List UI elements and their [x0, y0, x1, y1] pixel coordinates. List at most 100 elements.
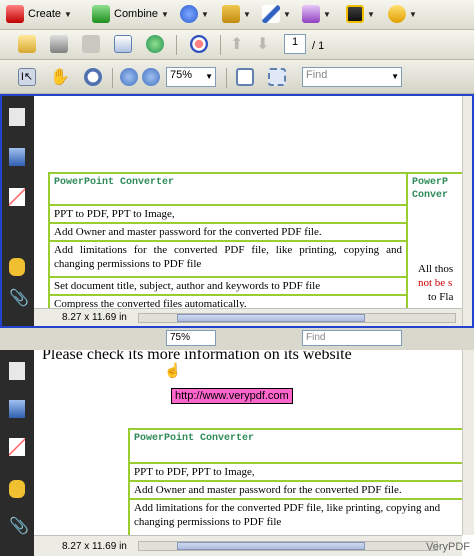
chevron-down-icon: ▼	[283, 9, 291, 19]
marquee-zoom-button[interactable]	[84, 66, 102, 88]
signatures-icon[interactable]	[9, 188, 25, 206]
sign-button[interactable]: ▼	[262, 3, 291, 25]
globe-icon	[146, 35, 164, 53]
vertical-scrollbar[interactable]	[462, 350, 474, 535]
email-button[interactable]	[114, 33, 132, 55]
pages-icon[interactable]	[9, 362, 25, 380]
comments-icon[interactable]	[9, 258, 25, 276]
minus-icon	[120, 68, 138, 86]
horizontal-scrollbar[interactable]	[138, 541, 438, 551]
task-toolbar: Create ▼ Combine ▼ ▼ ▼ ▼ ▼ ▼ ▼	[0, 0, 474, 30]
open-button[interactable]	[18, 33, 36, 55]
zoom-value: 75%	[170, 69, 193, 81]
attach-button[interactable]	[190, 33, 208, 55]
chevron-down-icon: ▼	[367, 9, 375, 19]
find-input[interactable]: Find ▼	[302, 67, 402, 87]
right-column-text: All thos not be s to Fla	[418, 262, 453, 304]
navigation-sidebar: 📎	[0, 350, 34, 556]
hand-icon: ✋	[50, 69, 70, 86]
right-line: not be s	[418, 277, 453, 289]
chevron-down-icon: ▼	[409, 9, 417, 19]
upload-button[interactable]	[146, 33, 164, 55]
folder-icon	[18, 35, 36, 53]
combine-button[interactable]: Combine ▼	[92, 3, 169, 25]
zoom-input[interactable]: 75%	[166, 330, 216, 346]
status-bar: 8.27 x 11.69 in	[34, 308, 462, 326]
link-tooltip[interactable]: http://www.verypdf.com	[171, 388, 293, 404]
table-row: Add Owner and master password for the co…	[50, 222, 406, 240]
bookmarks-icon[interactable]	[9, 400, 25, 418]
arrow-down-icon: ⬇	[256, 36, 270, 53]
vertical-scrollbar[interactable]	[462, 94, 474, 328]
acrobat-window: Create ▼ Combine ▼ ▼ ▼ ▼ ▼ ▼ ▼ ⬆ ⬇ 1 / 1…	[0, 0, 474, 556]
paperclip-icon[interactable]: 📎	[9, 516, 29, 535]
comment-button[interactable]: ▼	[388, 3, 417, 25]
multimedia-button[interactable]: ▼	[346, 3, 375, 25]
toolbar-divider	[176, 35, 177, 55]
table-row: PPT to PDF, PPT to Image,	[130, 462, 462, 480]
select-tool-button[interactable]: I↖	[18, 66, 36, 88]
fit-page-button[interactable]	[236, 66, 254, 88]
pages-icon[interactable]	[9, 108, 25, 126]
find-placeholder: Find	[306, 332, 326, 343]
forms-button[interactable]: ▼	[302, 3, 331, 25]
table-row: Compress the converted files automatical…	[50, 294, 406, 308]
feature-table-right: PowerP Conver All thos not be s to Fla	[406, 172, 462, 308]
hand-tool-button[interactable]: ✋	[50, 66, 70, 88]
page-size-label: 8.27 x 11.69 in	[62, 312, 127, 323]
table-header: PowerPoint Converter	[134, 433, 255, 444]
signatures-icon[interactable]	[9, 438, 25, 456]
comments-icon[interactable]	[9, 480, 25, 498]
table-row: Set document title, subject, author and …	[50, 276, 406, 294]
toolbar-divider	[112, 68, 113, 88]
zoom-marquee-icon	[84, 68, 102, 86]
pen-icon	[262, 5, 280, 23]
feature-table: PowerPoint Converter PPT to PDF, PPT to …	[128, 428, 462, 535]
chevron-down-icon: ▼	[391, 72, 399, 81]
zoom-in-button[interactable]	[142, 66, 160, 88]
zoom-out-button[interactable]	[120, 66, 138, 88]
bookmarks-icon[interactable]	[9, 148, 25, 166]
forms-icon	[302, 5, 320, 23]
create-pdf-icon	[6, 5, 24, 23]
horizontal-scrollbar[interactable]	[138, 313, 456, 323]
secure-button[interactable]: ▼	[222, 3, 251, 25]
chevron-down-icon: ▼	[243, 9, 251, 19]
comment-icon	[388, 5, 406, 23]
full-screen-icon	[268, 68, 286, 86]
arrow-up-icon: ⬆	[230, 36, 244, 53]
print-button[interactable]	[50, 33, 68, 55]
create-button[interactable]: Create ▼	[6, 3, 72, 25]
chevron-down-icon: ▼	[205, 72, 213, 81]
lock-icon	[222, 5, 240, 23]
collaborate-button[interactable]: ▼	[180, 3, 209, 25]
watermark-text: VeryPDF	[425, 541, 470, 553]
right-line: All thos	[418, 263, 454, 275]
fit-page-icon	[236, 68, 254, 86]
full-screen-button[interactable]	[268, 66, 286, 88]
cursor-icon: I↖	[18, 68, 36, 86]
table-row: Add limitations for the converted PDF fi…	[130, 498, 462, 534]
toolbar-divider	[226, 68, 227, 88]
table-row: Add limitations for the converted PDF fi…	[50, 240, 406, 276]
previous-page-button[interactable]: ⬆	[230, 33, 243, 55]
attach-icon	[190, 35, 208, 53]
zoom-input[interactable]: 75% ▼	[166, 67, 216, 87]
combine-label: Combine	[114, 8, 159, 20]
scroll-thumb[interactable]	[177, 542, 365, 550]
website-headline: Please check its more information on its…	[42, 350, 352, 363]
hand-cursor-icon: ☝	[164, 362, 182, 378]
find-input[interactable]: Find	[302, 330, 402, 346]
right-line: to Fla	[428, 291, 454, 303]
next-page-button[interactable]: ⬇	[256, 33, 269, 55]
scroll-thumb[interactable]	[177, 314, 365, 322]
document-view-bottom: Please check its more information on its…	[34, 350, 462, 535]
save-button[interactable]	[82, 33, 100, 55]
view-toolbar-partial: 75% Find	[0, 328, 474, 351]
page-total: / 1	[312, 40, 325, 52]
page-number-input[interactable]: 1	[284, 34, 306, 54]
create-label: Create	[28, 8, 62, 20]
status-bar: 8.27 x 11.69 in	[34, 535, 462, 556]
zoom-value: 75%	[170, 332, 191, 343]
paperclip-icon[interactable]: 📎	[9, 288, 29, 307]
